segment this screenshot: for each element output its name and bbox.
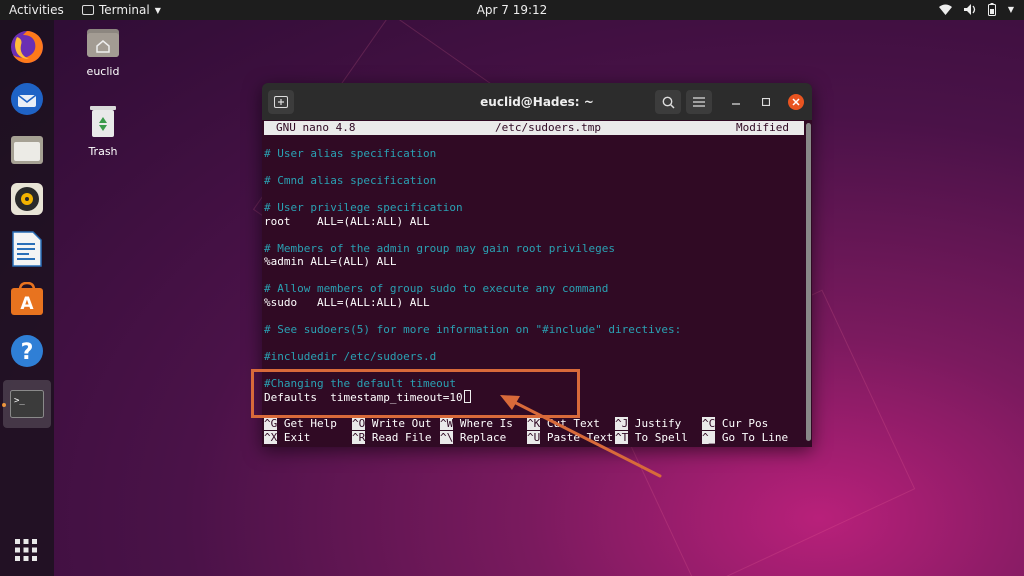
dock-item-help[interactable]: ? xyxy=(8,332,46,370)
desktop-home-folder[interactable]: euclid xyxy=(73,26,133,78)
shortcut-exit: ^X Exit xyxy=(264,430,311,444)
code-line: # User alias specification xyxy=(264,147,437,160)
svg-text:A: A xyxy=(20,294,34,314)
shortcut-go-to-line: ^_ Go To Line xyxy=(702,430,789,444)
text-cursor xyxy=(463,390,471,403)
dock-item-terminal[interactable]: >_ xyxy=(3,380,51,428)
code-line: %sudo ALL=(ALL:ALL) ALL xyxy=(264,295,430,309)
code-line: #includedir /etc/sudoers.d xyxy=(264,349,437,363)
close-icon xyxy=(792,98,800,106)
terminal-icon: >_ xyxy=(10,390,44,418)
dock: A ? >_ xyxy=(0,20,54,576)
document-icon xyxy=(12,231,42,267)
svg-text:>_: >_ xyxy=(14,396,25,406)
battery-icon xyxy=(987,3,996,16)
dock-item-software[interactable]: A xyxy=(8,280,46,318)
shortcut-justify: ^J Justify xyxy=(615,417,682,430)
grid-icon xyxy=(15,539,37,561)
desktop-home-label: euclid xyxy=(86,65,120,78)
nano-status: Modified xyxy=(736,121,789,134)
activities-button[interactable]: Activities xyxy=(0,3,70,17)
code-line: # Allow members of group sudo to execute… xyxy=(264,282,609,295)
code-line-text: Defaults timestamp_timeout=10 xyxy=(264,391,463,404)
trash-icon xyxy=(73,104,133,141)
terminal-content[interactable]: GNU nano 4.8 /etc/sudoers.tmp Modified #… xyxy=(262,120,804,447)
dock-item-firefox[interactable] xyxy=(8,28,46,66)
desktop-trash-label: Trash xyxy=(88,145,118,158)
shortcut-to-spell: ^T To Spell xyxy=(615,430,688,444)
code-line: root ALL=(ALL:ALL) ALL xyxy=(264,214,430,228)
minimize-button[interactable] xyxy=(728,94,744,110)
code-line: %admin ALL=(ALL) ALL xyxy=(264,255,397,268)
rhythmbox-icon xyxy=(11,183,43,215)
hamburger-menu-icon xyxy=(693,97,705,107)
search-icon xyxy=(662,96,675,109)
terminal-window[interactable]: euclid@Hades: ~ GNU nano 4.8 /etc/sudoer… xyxy=(262,83,812,447)
dock-item-files[interactable] xyxy=(8,130,46,168)
shortcut-get-help: ^G Get Help xyxy=(264,417,337,430)
code-line: # Members of the admin group may gain ro… xyxy=(264,241,615,255)
shortcut-paste-text: ^U Paste Text xyxy=(527,430,614,444)
terminal-header-bar[interactable]: euclid@Hades: ~ xyxy=(262,83,812,120)
software-center-icon: A xyxy=(11,282,43,315)
dock-item-thunderbird[interactable] xyxy=(8,80,46,118)
minimize-icon xyxy=(732,103,740,105)
terminal-scrollbar[interactable] xyxy=(806,123,811,441)
show-applications-button[interactable] xyxy=(14,538,38,566)
chevron-down-icon: ▼ xyxy=(154,5,161,15)
app-menu[interactable]: Terminal ▼ xyxy=(82,3,161,17)
app-menu-label: Terminal xyxy=(99,3,150,17)
maximize-button[interactable] xyxy=(758,94,774,110)
chevron-down-icon: ▼ xyxy=(1007,5,1014,14)
clock[interactable]: Apr 7 19:12 xyxy=(477,3,548,17)
volume-icon xyxy=(963,4,975,15)
shortcut-read-file: ^R Read File xyxy=(352,430,432,444)
shortcut-cut-text: ^K Cut Text xyxy=(527,417,600,430)
top-bar: Activities Terminal ▼ Apr 7 19:12 ▼ xyxy=(0,0,1024,20)
nano-title-bar: GNU nano 4.8 /etc/sudoers.tmp Modified xyxy=(264,121,804,135)
code-line: # User privilege specification xyxy=(264,201,463,214)
close-button[interactable] xyxy=(788,94,804,110)
shortcut-where-is: ^W Where Is xyxy=(440,417,513,430)
shortcut-cur-pos: ^C Cur Pos xyxy=(702,417,769,430)
dock-item-rhythmbox[interactable] xyxy=(8,180,46,218)
menu-button[interactable] xyxy=(686,90,712,114)
code-line: # See sudoers(5) for more information on… xyxy=(264,322,682,336)
wifi-icon xyxy=(938,4,952,15)
code-line-edited[interactable]: Defaults timestamp_timeout=10 xyxy=(264,390,471,405)
help-icon: ? xyxy=(11,335,43,367)
desktop-trash[interactable]: Trash xyxy=(73,104,133,158)
firefox-icon xyxy=(11,31,43,63)
svg-text:?: ? xyxy=(21,340,34,365)
shortcut-write-out: ^O Write Out xyxy=(352,417,432,430)
folder-icon xyxy=(11,136,43,164)
search-button[interactable] xyxy=(655,90,681,114)
dock-item-libreoffice-writer[interactable] xyxy=(8,230,46,268)
nano-filename: /etc/sudoers.tmp xyxy=(495,121,601,134)
terminal-icon xyxy=(82,5,94,15)
maximize-icon xyxy=(762,98,770,106)
code-line: # Cmnd alias specification xyxy=(264,174,437,187)
system-status-menu[interactable]: ▼ xyxy=(938,3,1014,16)
code-line: #Changing the default timeout xyxy=(264,376,457,390)
nano-version: GNU nano 4.8 xyxy=(276,121,356,134)
home-folder-icon xyxy=(73,26,133,61)
shortcut-replace: ^\ Replace xyxy=(440,430,507,444)
thunderbird-icon xyxy=(11,83,43,115)
